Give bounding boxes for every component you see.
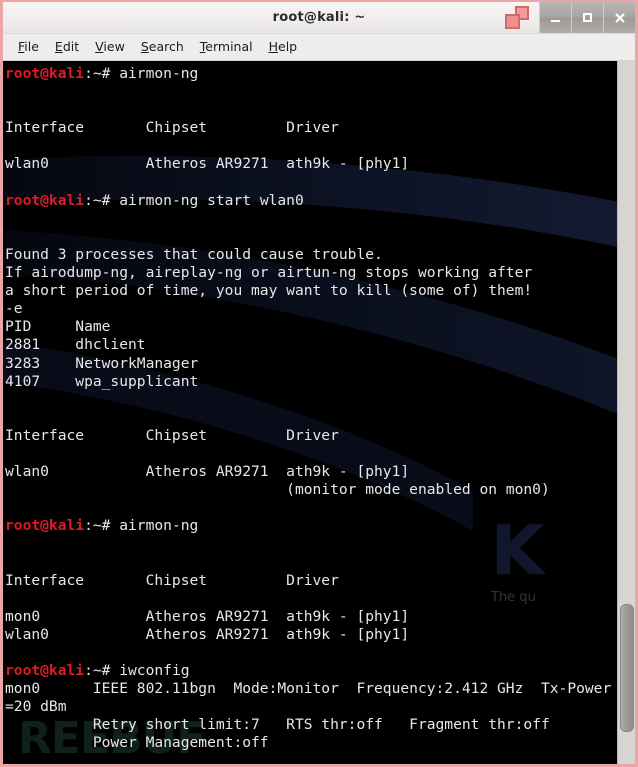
terminal-prompt-line: root@kali:~# airmon-ng start wlan0 xyxy=(5,192,617,210)
prompt-user-host: root@kali xyxy=(5,65,85,82)
maximize-icon xyxy=(583,13,592,22)
menu-bar: File Edit View Search Terminal Help xyxy=(3,34,635,61)
title-bar[interactable]: root@kali: ~ xyxy=(3,2,635,34)
menu-item-help-mnemonic: H xyxy=(268,39,279,54)
maximize-button[interactable] xyxy=(571,2,603,33)
terminal-prompt-line: root@kali:~# airmon-ng xyxy=(5,517,617,535)
menu-item-file-label: ile xyxy=(24,39,39,54)
terminal-output-line: Interface Chipset Driver xyxy=(5,119,339,137)
menu-item-file[interactable]: File xyxy=(10,35,47,59)
menu-item-terminal-label: erminal xyxy=(205,39,253,54)
menu-item-edit-label: dit xyxy=(62,39,80,54)
terminal-output-line: wlan0 Atheros AR9271 ath9k - [phy1] xyxy=(5,625,410,643)
terminal-output-line: Found 3 processes that could cause troub… xyxy=(5,245,383,263)
terminal-output: root@kali:~# airmon-ng Interface Chipset… xyxy=(3,61,617,753)
menu-item-edit-mnemonic: E xyxy=(54,39,63,54)
terminal-output-line: mon0 IEEE 802.11bgn Mode:Monitor Frequen… xyxy=(5,680,612,698)
prompt-path-sigil: :~# xyxy=(84,65,120,82)
terminal-output-line: wlan0 Atheros AR9271 ath9k - [phy1] xyxy=(5,463,410,481)
minimize-icon xyxy=(551,20,560,22)
menu-item-search-label: earch xyxy=(148,39,184,54)
terminal-command: airmon-ng start wlan0 xyxy=(119,191,304,209)
terminal-output-line: Interface Chipset Driver xyxy=(5,426,339,444)
terminal-output-line: PID Name xyxy=(5,318,111,336)
terminal-output-line: 2881 dhclient xyxy=(5,336,146,354)
minimize-button[interactable] xyxy=(539,2,571,33)
menu-item-edit[interactable]: Edit xyxy=(47,35,87,59)
terminal-output-line: a short period of time, you may want to … xyxy=(5,282,533,300)
terminal-window: root@kali: ~ File Edit View Search Termi… xyxy=(0,0,638,767)
terminal-output-line: If airodump-ng, aireplay-ng or airtun-ng… xyxy=(5,264,533,282)
window-stack-icon-front xyxy=(505,14,520,29)
prompt-path-sigil: :~# xyxy=(84,191,120,209)
terminal-output-line: 3283 NetworkManager xyxy=(5,354,199,372)
terminal-output-line: mon0 Atheros AR9271 ath9k - [phy1] xyxy=(5,607,410,625)
scrollbar-thumb[interactable] xyxy=(620,604,634,732)
terminal-output-line: Retry short limit:7 RTS thr:off Fragment… xyxy=(5,716,550,734)
terminal-body: K The qu REEBUF root@kali:~# airmon-ng I… xyxy=(3,61,635,764)
terminal-output-line: 4107 wpa_supplicant xyxy=(5,372,199,390)
terminal-output-line: Interface Chipset Driver xyxy=(5,571,339,589)
prompt-path-sigil: :~# xyxy=(84,517,120,535)
terminal-output-line: Power Management:off xyxy=(5,734,269,752)
prompt-user-host: root@kali xyxy=(5,662,85,680)
terminal-prompt-line: root@kali:~# airmon-ng xyxy=(5,65,617,83)
terminal-command: airmon-ng xyxy=(119,517,199,535)
prompt-user-host: root@kali xyxy=(5,191,85,209)
terminal-output-line: wlan0 Atheros AR9271 ath9k - [phy1] xyxy=(5,155,410,173)
menu-item-view-label: iew xyxy=(103,39,125,54)
prompt-path-sigil: :~# xyxy=(84,662,120,680)
menu-item-help[interactable]: Help xyxy=(261,35,306,59)
terminal-command: iwconfig xyxy=(119,662,190,680)
menu-item-search[interactable]: Search xyxy=(133,35,192,59)
window-controls xyxy=(539,2,635,33)
terminal-scrollbar[interactable] xyxy=(617,61,635,764)
close-button[interactable] xyxy=(603,2,635,33)
prompt-user-host: root@kali xyxy=(5,517,85,535)
menu-item-view[interactable]: View xyxy=(87,35,133,59)
terminal-command: airmon-ng xyxy=(119,65,199,82)
terminal-output-line: -e xyxy=(5,300,23,318)
menu-item-help-label: elp xyxy=(278,39,298,54)
window-stack-icon xyxy=(505,6,529,29)
terminal-screen[interactable]: K The qu REEBUF root@kali:~# airmon-ng I… xyxy=(3,61,617,764)
terminal-prompt-line: root@kali:~# iwconfig xyxy=(5,662,617,680)
menu-item-terminal[interactable]: Terminal xyxy=(192,35,261,59)
terminal-output-line: =20 dBm xyxy=(5,698,67,716)
terminal-output-line: (monitor mode enabled on mon0) xyxy=(5,481,550,499)
menu-item-search-mnemonic: S xyxy=(140,39,149,54)
close-icon xyxy=(614,12,625,23)
